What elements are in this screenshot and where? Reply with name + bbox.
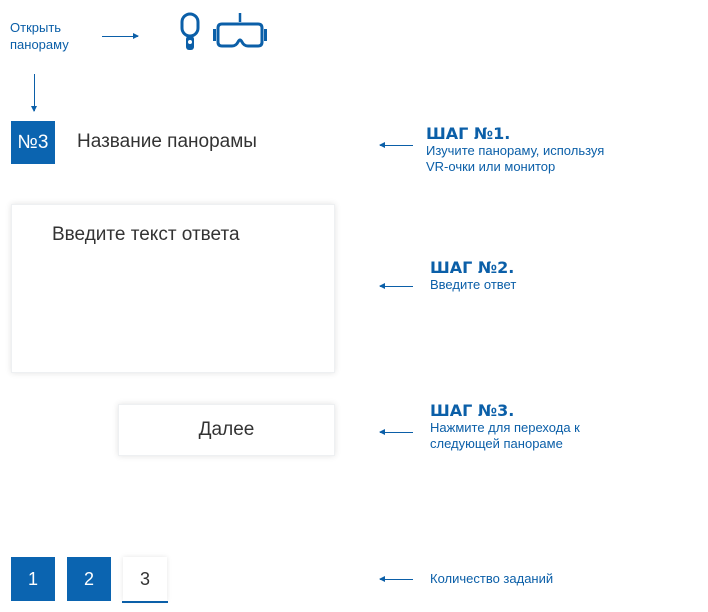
open-panorama-label: Открыть панораму [10, 20, 69, 52]
arrow-to-vr-icons [102, 33, 139, 39]
step-3-line-1: Нажмите для перехода к [430, 420, 580, 435]
page-button-3[interactable]: 3 [123, 557, 167, 601]
step-1-annotation: ШАГ №1. Изучите панораму, используя VR-о… [426, 124, 604, 175]
vr-headset-icon[interactable] [212, 12, 268, 55]
step-1-arrow [379, 142, 413, 148]
page-button-1[interactable]: 1 [11, 557, 55, 601]
step-2-line-1: Введите ответ [430, 277, 517, 292]
step-3-annotation: ШАГ №3. Нажмите для перехода к следующей… [430, 401, 580, 452]
step-2-annotation: ШАГ №2. Введите ответ [430, 258, 516, 293]
next-button[interactable]: Далее [118, 404, 335, 456]
current-page-indicator [122, 601, 168, 603]
page-button-2[interactable]: 2 [67, 557, 111, 601]
step-2-title: ШАГ №2. [430, 258, 515, 277]
arrow-to-task-badge [31, 74, 37, 112]
answer-input[interactable]: Введите текст ответа [11, 204, 335, 373]
step-3-title: ШАГ №3. [430, 401, 515, 420]
step-2-arrow [379, 283, 413, 289]
task-number-badge: №3 [11, 121, 55, 164]
step-1-line-2: VR-очки или монитор [426, 159, 556, 174]
step-1-line-1: Изучите панораму, используя [426, 143, 605, 158]
answer-placeholder: Введите текст ответа [52, 224, 240, 245]
pagination-arrow [379, 576, 413, 582]
step-3-arrow [379, 429, 413, 435]
step-1-title: ШАГ №1. [426, 124, 511, 143]
vr-controller-icon[interactable] [178, 12, 202, 57]
step-3-line-2: следующей панораме [430, 436, 563, 451]
pagination-caption: Количество заданий [430, 571, 554, 586]
panorama-title: Название панорамы [77, 131, 257, 152]
